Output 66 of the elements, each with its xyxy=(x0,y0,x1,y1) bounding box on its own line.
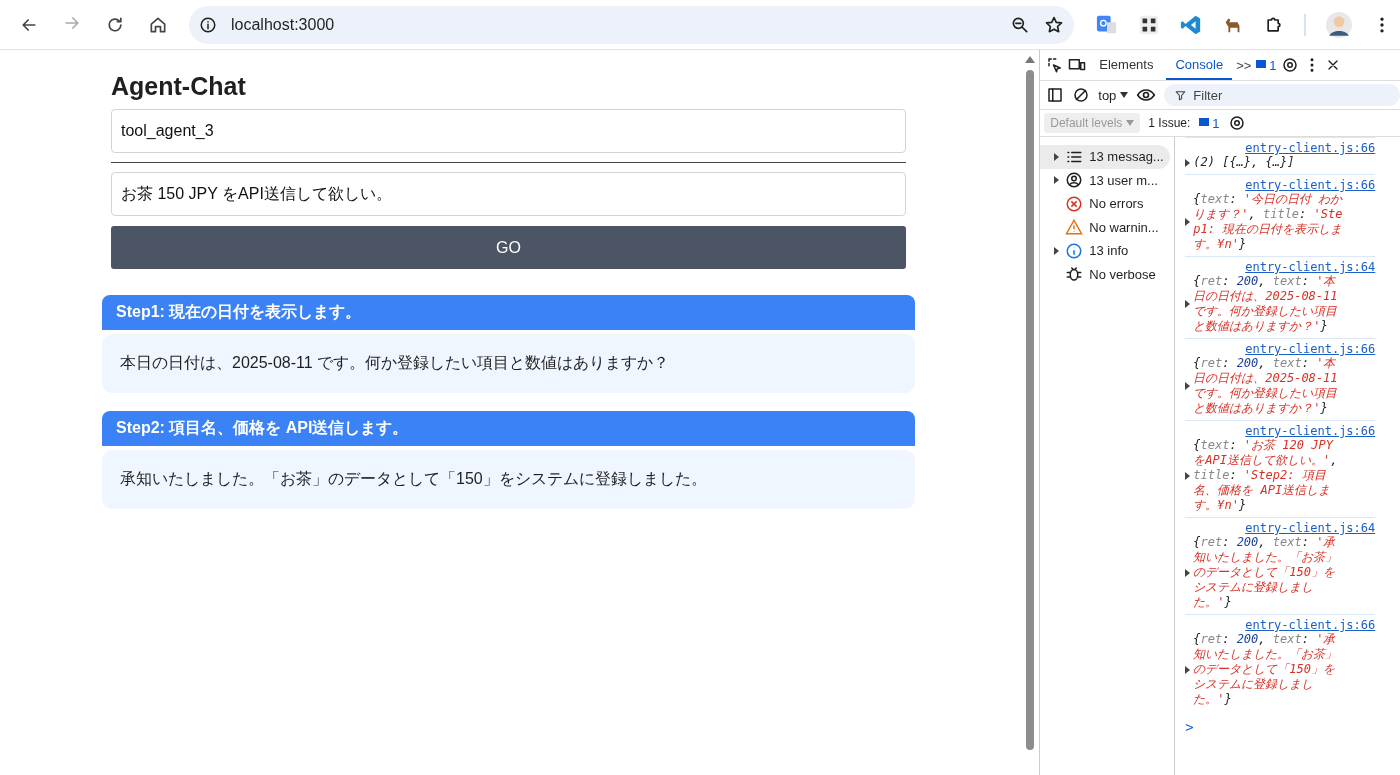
user-icon[interactable] xyxy=(1065,171,1084,190)
more-tabs[interactable]: >> xyxy=(1236,57,1252,73)
issues-label: 1 Issue: xyxy=(1148,116,1191,130)
message-icon xyxy=(1198,117,1211,129)
go-button[interactable]: GO xyxy=(111,226,906,269)
message-icon xyxy=(1255,59,1268,71)
source-link[interactable]: entry-client.js:66 xyxy=(1245,424,1376,438)
caret-icon xyxy=(1126,120,1135,126)
star-icon[interactable] xyxy=(1044,14,1064,35)
step-response: 承知いたしました。「お茶」のデータとして「150」をシステムに登録しました。 xyxy=(102,450,915,509)
source-link[interactable]: entry-client.js:66 xyxy=(1245,342,1376,356)
step-response: 本日の日付は、2025-08-11 です。何か登録したい項目と数値はありますか？ xyxy=(102,334,915,393)
sidebar-item[interactable]: 13 user m... xyxy=(1040,168,1171,192)
issues-count[interactable]: 1 xyxy=(1198,115,1220,131)
step-header: Step1: 現在の日付を表示します。 xyxy=(102,295,915,330)
settings-icon[interactable] xyxy=(1280,56,1299,74)
qr-code-icon[interactable] xyxy=(1138,13,1160,36)
source-link[interactable]: entry-client.js:66 xyxy=(1245,178,1376,192)
filter-field[interactable]: Filter xyxy=(1164,84,1400,106)
expand-icon[interactable] xyxy=(1185,300,1191,308)
filter-icon[interactable] xyxy=(1174,88,1188,102)
expand-icon[interactable] xyxy=(1185,218,1191,226)
sidebar-item[interactable]: 13 info xyxy=(1040,239,1171,263)
console-prompt[interactable]: > xyxy=(1185,719,1400,735)
console-message: {ret: 200, text: '本日の日付は、2025-08-11 です。何か登録したい項目と数値はありますか？'} xyxy=(1193,274,1339,334)
console-message: {ret: 200, text: '本日の日付は、2025-08-11 です。何か登録したい項目と数値はありますか？'} xyxy=(1193,356,1339,416)
error-icon xyxy=(1065,194,1084,213)
url-text: localhost:3000 xyxy=(231,15,336,34)
expand-icon[interactable] xyxy=(1185,158,1191,167)
sidebar-item[interactable]: No errors xyxy=(1040,192,1171,216)
info-icon[interactable] xyxy=(199,15,217,34)
issues-badge[interactable]: 1 xyxy=(1255,57,1277,73)
sidebar-item[interactable]: No verbose xyxy=(1040,262,1171,286)
warning-icon xyxy=(1065,218,1084,237)
address-bar[interactable]: localhost:3000 xyxy=(189,5,1074,44)
clear-icon[interactable] xyxy=(1072,86,1091,104)
source-link[interactable]: entry-client.js:66 xyxy=(1245,618,1376,632)
console-message: {text: '今日の日付 わかります？', title: 'Step1: 現在の日付を表示します。¥n'} xyxy=(1193,192,1344,252)
page-title: Agent-Chat xyxy=(111,72,247,101)
translate-icon[interactable] xyxy=(1096,13,1118,36)
expand-icon[interactable] xyxy=(1185,568,1191,577)
console-message: (2) [{…}, {…}] xyxy=(1193,155,1296,170)
message-field[interactable]: お茶 150 JPY をAPI送信して欲しい。 xyxy=(111,172,906,216)
source-link[interactable]: entry-client.js:66 xyxy=(1245,141,1376,155)
bug-icon[interactable] xyxy=(1065,265,1084,284)
expand-icon[interactable] xyxy=(1185,471,1191,480)
context-dropdown[interactable]: top xyxy=(1098,87,1129,103)
avatar-icon[interactable] xyxy=(1326,11,1352,38)
step-header: Step2: 項目名、価格を API送信します。 xyxy=(102,411,915,446)
agent-name-field[interactable]: tool_agent_3 xyxy=(111,109,906,153)
settings-icon[interactable] xyxy=(1227,114,1246,132)
caret-icon xyxy=(1120,92,1129,98)
info-icon xyxy=(1065,241,1084,260)
devtools-tab[interactable]: Elements xyxy=(1090,50,1163,80)
console-message: {ret: 200, text: '承知いたしました。「お茶」のデータとして「150」をシステムに登録しました。'} xyxy=(1193,632,1339,707)
sidebar-icon[interactable] xyxy=(1046,86,1065,104)
devtools-tab[interactable]: Console xyxy=(1166,50,1233,80)
source-link[interactable]: entry-client.js:64 xyxy=(1245,260,1376,274)
source-link[interactable]: entry-client.js:64 xyxy=(1245,521,1376,535)
code-editor-icon[interactable] xyxy=(1180,13,1202,36)
expand-icon[interactable] xyxy=(1185,665,1191,674)
console-message: {ret: 200, text: '承知いたしました。「お茶」のデータとして「150」をシステムに登録しました。'} xyxy=(1193,535,1339,610)
expand-icon[interactable] xyxy=(1185,382,1191,390)
sidebar-item[interactable]: No warnin... xyxy=(1040,215,1171,239)
console-message: {text: 'お茶 120 JPY をAPI送信して欲しい。', title: 'Step2: 項目名、価格を API送信します。¥n'} xyxy=(1193,438,1339,513)
sidebar-item[interactable]: 13 messag... xyxy=(1040,145,1171,169)
